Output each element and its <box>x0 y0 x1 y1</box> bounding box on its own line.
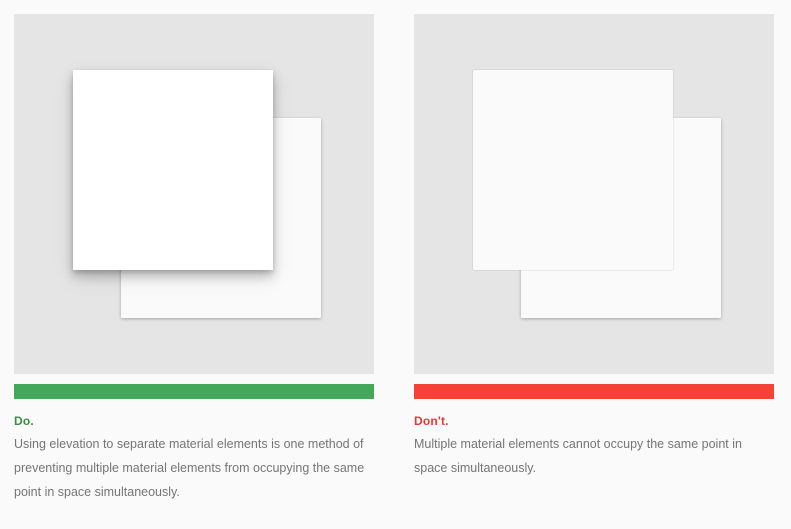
dont-panel: Don't. Multiple material elements cannot… <box>414 14 774 480</box>
dont-description: Multiple material elements cannot occupy… <box>414 437 742 475</box>
flat-material-sheet <box>473 70 673 270</box>
elevated-material-sheet <box>73 70 273 270</box>
dont-label: Don't. <box>414 414 449 428</box>
do-illustration <box>14 14 374 374</box>
dont-illustration <box>414 14 774 374</box>
dont-indicator-bar <box>414 384 774 399</box>
do-description: Using elevation to separate material ele… <box>14 437 365 499</box>
do-panel: Do. Using elevation to separate material… <box>14 14 374 504</box>
do-indicator-bar <box>14 384 374 399</box>
do-label: Do. <box>14 414 34 428</box>
